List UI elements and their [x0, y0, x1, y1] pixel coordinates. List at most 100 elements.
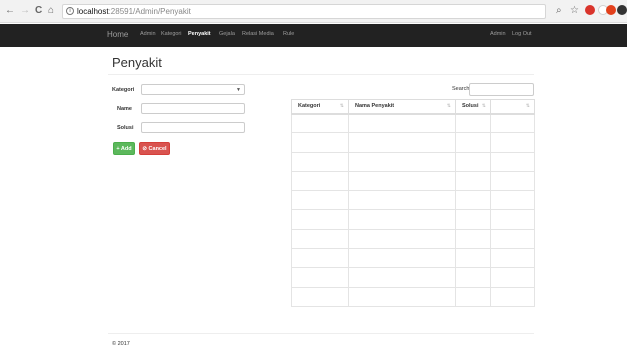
table-cell [455, 190, 491, 211]
info-icon[interactable]: i [66, 7, 74, 15]
star-icon[interactable]: ☆ [570, 5, 579, 17]
address-bar[interactable]: i localhost:28591/Admin/Penyakit [62, 4, 546, 19]
table-cell [455, 286, 491, 307]
divider [108, 333, 534, 334]
sort-icon: ⇅ [525, 103, 530, 109]
url-host: localhost [77, 7, 109, 16]
table-cell [490, 170, 535, 192]
table-cell [291, 248, 349, 269]
nav-item-rule[interactable]: Rule [283, 31, 294, 37]
table-cell [490, 132, 535, 153]
table-cell [348, 151, 456, 172]
table-cell [490, 286, 535, 307]
table-cell [348, 228, 456, 250]
nav-logout[interactable]: Log Out [512, 31, 532, 37]
table-cell [348, 132, 456, 153]
extension-icon[interactable] [617, 5, 627, 15]
add-button[interactable]: + Add [113, 142, 135, 155]
table-row [291, 209, 535, 230]
table-cell [455, 248, 491, 269]
table-row [291, 267, 535, 288]
name-label: Name [117, 106, 132, 112]
kategori-label: Kategori [112, 87, 135, 93]
extension-icon[interactable] [606, 5, 616, 15]
column-label: Solusi [462, 103, 479, 110]
chevron-down-icon: ▼ [236, 87, 241, 93]
forward-icon[interactable]: → [20, 5, 30, 17]
nav-user[interactable]: Admin [490, 31, 506, 37]
search-input[interactable] [469, 83, 534, 96]
table-cell [455, 267, 491, 288]
back-icon[interactable]: ← [5, 5, 15, 17]
penyakit-table: Kategori ⇅ Nama Penyakit ⇅ Solusi ⇅ ⇅ [291, 99, 535, 307]
table-row [291, 190, 535, 211]
table-cell [348, 170, 456, 192]
table-cell [490, 248, 535, 269]
column-header-actions[interactable]: ⇅ [490, 99, 535, 115]
table-cell [455, 132, 491, 153]
column-header-kategori[interactable]: Kategori ⇅ [291, 99, 349, 115]
table-cell [455, 151, 491, 172]
nav-item-admin[interactable]: Admin [140, 31, 156, 37]
table-cell [348, 190, 456, 211]
url-path: :28591/Admin/Penyakit [108, 7, 191, 16]
table-row [291, 228, 535, 250]
browser-toolbar: ← → C ⌂ i localhost:28591/Admin/Penyakit… [0, 0, 627, 23]
divider [108, 74, 534, 75]
column-header-nama-penyakit[interactable]: Nama Penyakit ⇅ [348, 99, 456, 115]
table-cell [291, 151, 349, 172]
table-row [291, 286, 535, 307]
table-cell [348, 112, 456, 134]
solusi-label: Solusi [117, 125, 134, 131]
sort-icon: ⇅ [339, 103, 344, 109]
table-cell [348, 286, 456, 307]
home-icon[interactable]: ⌂ [48, 5, 54, 17]
solusi-field[interactable] [141, 122, 245, 133]
table-cell [490, 267, 535, 288]
name-field[interactable] [141, 103, 245, 114]
table-cell [348, 248, 456, 269]
table-cell [291, 190, 349, 211]
column-label: Kategori [298, 103, 321, 110]
nav-item-kategori[interactable]: Kategori [161, 31, 182, 37]
column-label: Nama Penyakit [355, 103, 395, 110]
table-row [291, 170, 535, 192]
kategori-select[interactable]: ▼ [141, 84, 245, 95]
table-cell [455, 112, 491, 134]
table-cell [348, 267, 456, 288]
table-cell [291, 112, 349, 134]
table-header-row: Kategori ⇅ Nama Penyakit ⇅ Solusi ⇅ ⇅ [291, 99, 535, 115]
nav-item-gejala[interactable]: Gejala [219, 31, 235, 37]
table-cell [291, 286, 349, 307]
table-cell [490, 151, 535, 172]
table-cell [291, 132, 349, 153]
table-cell [490, 228, 535, 250]
extension-icon[interactable] [585, 5, 595, 15]
table-row [291, 112, 535, 134]
table-cell [490, 112, 535, 134]
table-cell [490, 209, 535, 230]
nav-item-penyakit[interactable]: Penyakit [188, 31, 211, 37]
table-row [291, 132, 535, 153]
cancel-button[interactable]: ⊘ Cancel [139, 142, 170, 155]
table-row [291, 151, 535, 172]
column-header-solusi[interactable]: Solusi ⇅ [455, 99, 491, 115]
table-cell [291, 228, 349, 250]
sort-icon: ⇅ [481, 103, 486, 109]
table-cell [455, 209, 491, 230]
top-navbar: Home Admin Kategori Penyakit Gejala Rela… [0, 24, 627, 47]
table-cell [455, 228, 491, 250]
table-cell [455, 170, 491, 192]
reload-icon[interactable]: C [35, 5, 42, 17]
table-row [291, 248, 535, 269]
navbar-brand[interactable]: Home [107, 30, 128, 39]
page-title: Penyakit [112, 55, 162, 70]
table-body [291, 112, 535, 307]
nav-item-relasi-media[interactable]: Relasi Media [242, 31, 274, 37]
zoom-icon[interactable]: ⌕ [556, 5, 562, 17]
table-cell [291, 209, 349, 230]
table-cell [490, 190, 535, 211]
table-cell [291, 267, 349, 288]
table-cell [348, 209, 456, 230]
footer-copyright: © 2017 [112, 341, 130, 347]
